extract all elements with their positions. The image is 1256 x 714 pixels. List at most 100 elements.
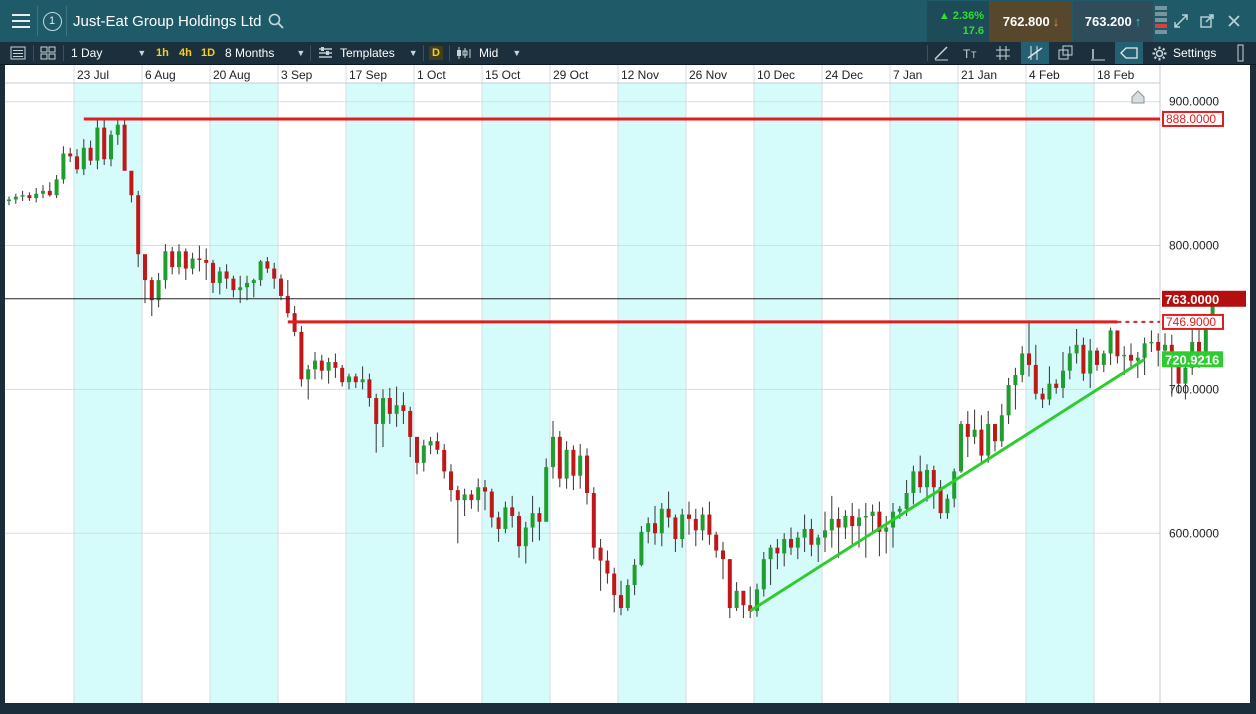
duplicate-chart-button[interactable] xyxy=(1058,42,1074,64)
y-tick-label: 700.0000 xyxy=(1169,382,1219,396)
divider xyxy=(66,6,67,36)
layout-icon xyxy=(40,46,56,60)
candle-body xyxy=(1040,393,1045,400)
price-type-badge[interactable]: D xyxy=(429,42,443,64)
popout-icon[interactable] xyxy=(1199,13,1215,29)
candle-body xyxy=(687,514,691,519)
candle-body xyxy=(258,261,263,281)
search-icon[interactable] xyxy=(268,13,284,29)
candle-body xyxy=(313,360,317,370)
candle-body xyxy=(435,441,440,450)
close-icon[interactable] xyxy=(1226,13,1242,29)
x-tick-label: 17 Sep xyxy=(349,68,387,82)
label-tool[interactable] xyxy=(1115,42,1143,64)
candle-body xyxy=(204,259,209,263)
price-chart[interactable]: 23 Jul 6 Aug 20 Aug 3 Sep 17 Sep 1 Oct 15 Oct 2… xyxy=(5,65,1250,703)
sell-price-button[interactable]: 762.800 ↓ xyxy=(990,1,1072,42)
x-tick-label: 1 Oct xyxy=(417,68,446,82)
candle-body xyxy=(829,518,834,531)
quick-interval-4h[interactable]: 4h xyxy=(179,42,192,64)
interval-select[interactable]: 1 Day ▼ xyxy=(71,42,146,64)
hamburger-icon xyxy=(12,14,30,28)
candle-body xyxy=(272,268,277,279)
candle-body xyxy=(353,376,358,383)
layout-button[interactable] xyxy=(40,42,56,64)
chart-list-button[interactable] xyxy=(10,42,26,64)
x-tick-label: 6 Aug xyxy=(145,68,176,82)
expand-icon[interactable] xyxy=(1173,13,1189,29)
quick-interval-1h[interactable]: 1h xyxy=(156,42,169,64)
price-type-select[interactable]: Mid ▼ xyxy=(456,42,521,64)
templates-select[interactable]: Templates ▼ xyxy=(318,42,418,64)
candle-body xyxy=(870,511,875,516)
candle-body xyxy=(659,508,664,534)
candle-body xyxy=(1101,353,1106,365)
candle-body xyxy=(503,507,508,529)
toolbar-more-button[interactable] xyxy=(1236,42,1246,64)
candle-body xyxy=(68,153,73,157)
instrument-name[interactable]: Just-Eat Group Holdings Ltd xyxy=(73,0,261,42)
candle-body xyxy=(88,147,93,161)
candle-body xyxy=(1156,341,1161,351)
candle-body xyxy=(442,449,447,472)
candle-body xyxy=(734,590,739,609)
chevron-down-icon: ▼ xyxy=(408,48,418,58)
chart-area[interactable]: 23 Jul 6 Aug 20 Aug 3 Sep 17 Sep 1 Oct 15 Oct 2… xyxy=(5,65,1250,703)
candle-body xyxy=(115,124,120,135)
x-tick-label: 12 Nov xyxy=(621,68,659,82)
candle-body xyxy=(952,471,957,499)
candle-body xyxy=(700,514,705,531)
candle-body xyxy=(544,467,549,522)
candle-body xyxy=(707,514,712,535)
candle-body xyxy=(632,564,637,586)
date-band xyxy=(482,83,550,703)
candle-body xyxy=(523,527,528,547)
candle-body xyxy=(374,398,379,424)
candle-body xyxy=(1095,350,1099,365)
candle-body xyxy=(156,280,161,301)
candle-body xyxy=(625,585,630,609)
candle-body xyxy=(224,271,229,279)
candle-body xyxy=(768,547,773,560)
range-select[interactable]: 8 Months ▼ xyxy=(225,42,305,64)
candle-body xyxy=(20,195,25,197)
text-size-icon: T T xyxy=(963,47,977,61)
candle-body xyxy=(646,523,651,532)
x-tick-label: 21 Jan xyxy=(961,68,997,82)
main-menu-button[interactable] xyxy=(6,0,36,42)
candle-body xyxy=(483,487,487,492)
chevron-down-icon: ▼ xyxy=(137,48,147,58)
candle-body xyxy=(129,170,134,196)
change-absolute: 17.6 xyxy=(962,25,984,37)
x-tick-label: 24 Dec xyxy=(825,68,863,82)
candle-body xyxy=(897,508,902,512)
candle-body xyxy=(761,559,766,590)
candle-body xyxy=(666,508,671,518)
pencil-icon xyxy=(1091,49,1105,61)
text-tool[interactable]: T T xyxy=(962,42,980,64)
drawing-tools-button[interactable] xyxy=(1090,42,1106,64)
candle-body xyxy=(972,429,977,437)
grid-toggle[interactable] xyxy=(995,42,1011,64)
quick-interval-1d[interactable]: 1D xyxy=(201,42,215,64)
depth-bars-icon[interactable] xyxy=(1155,6,1167,36)
candle-body xyxy=(843,515,848,528)
candle-body xyxy=(721,550,725,560)
crosshair-grid-toggle[interactable] xyxy=(1021,42,1049,64)
instrument-link-badge[interactable]: 1 xyxy=(40,0,64,42)
settings-button[interactable]: Settings xyxy=(1152,42,1216,64)
draw-line-tool[interactable] xyxy=(933,42,949,64)
candle-body xyxy=(387,398,392,414)
buy-price-button[interactable]: 763.200 ↑ xyxy=(1073,1,1153,42)
candle-body xyxy=(27,195,32,199)
candle-body xyxy=(415,436,419,463)
candle-body xyxy=(850,515,855,527)
link-number: 1 xyxy=(42,11,62,31)
candle-body xyxy=(857,517,861,527)
candle-body xyxy=(279,278,283,296)
candle-body xyxy=(1061,370,1065,388)
candle-body xyxy=(428,441,433,446)
candle-body xyxy=(190,258,195,269)
range-value: 8 Months xyxy=(225,46,275,60)
date-bands xyxy=(74,83,1094,703)
